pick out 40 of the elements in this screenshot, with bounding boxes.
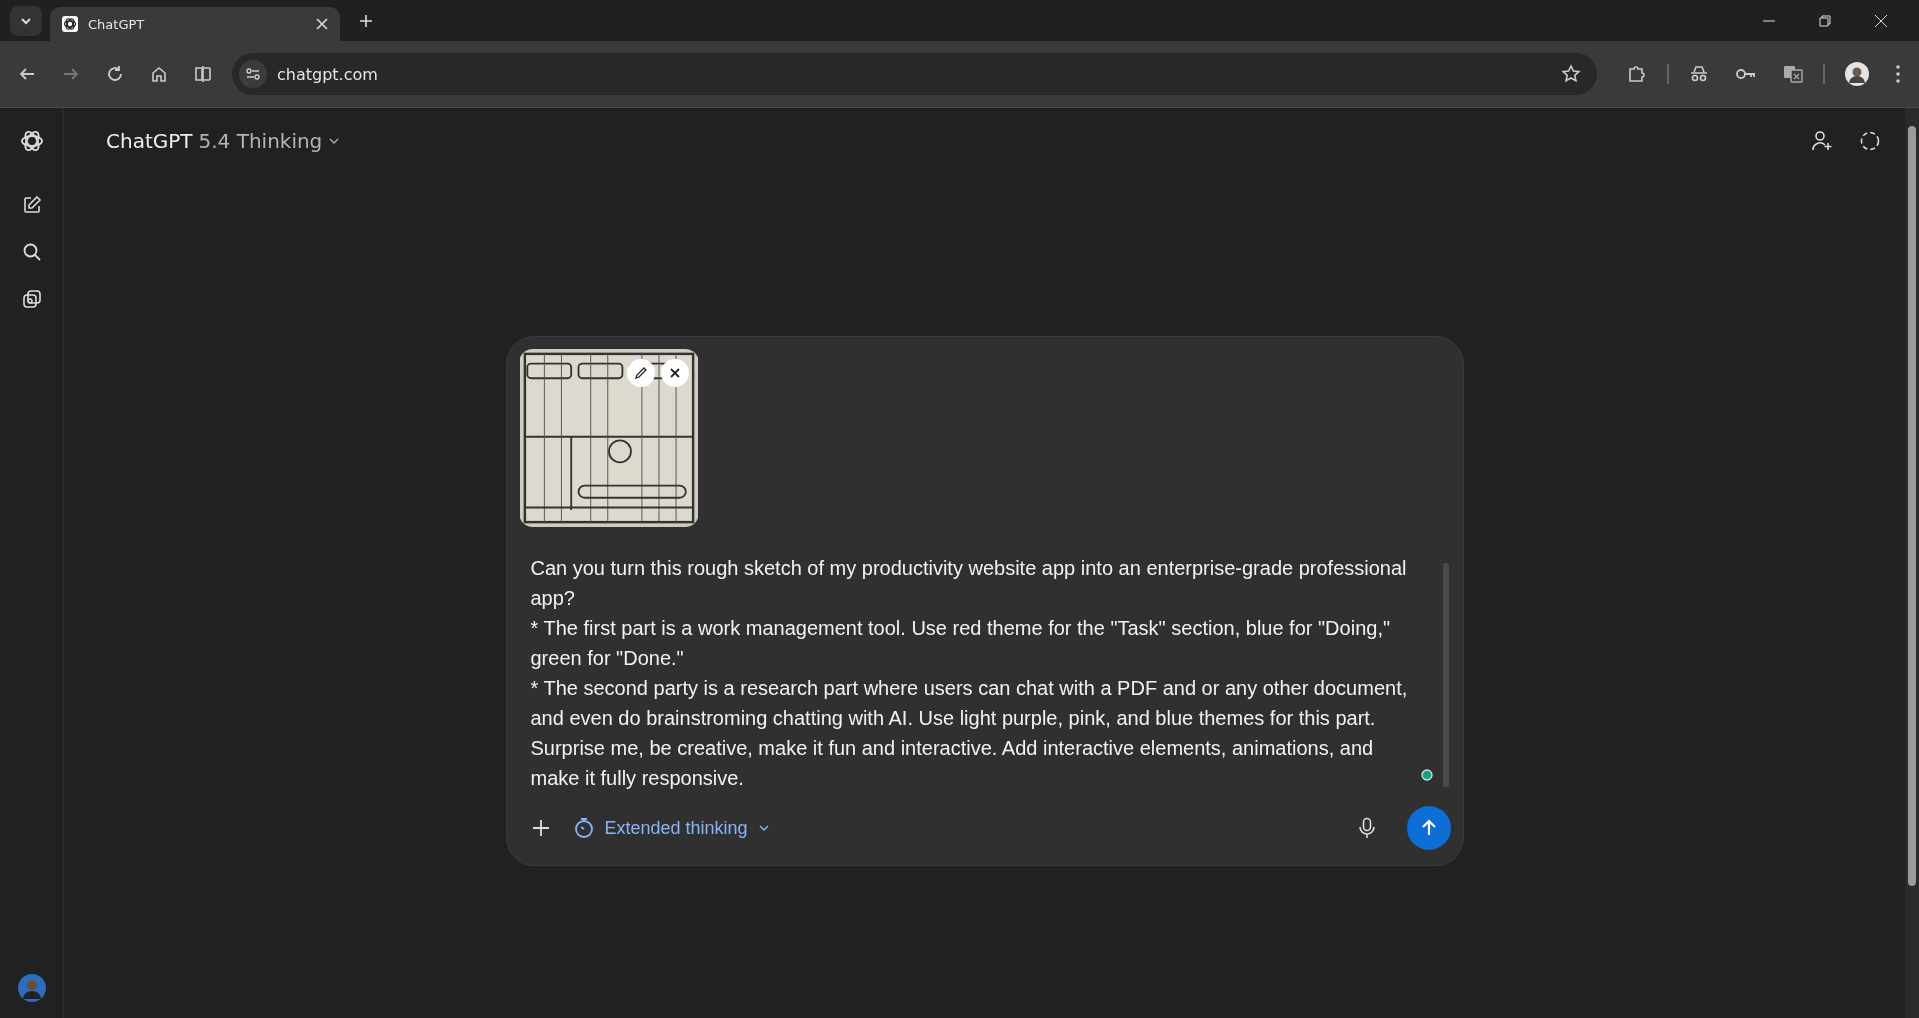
tab-title: ChatGPT — [88, 16, 146, 32]
search-icon[interactable] — [21, 242, 42, 262]
logo-icon[interactable] — [18, 128, 45, 154]
message-input[interactable]: Can you turn this rough sketch of my productivity website app into an enterprise-grade professional app? * The first part is a work management tool. Use red theme for the "Task" section, blue for "Doing," green for "Done." * The second party is a research part where users can chat with a PDF and or any other document, and even do brainstroming chatting with AI. Use light purple, pink, and blue themes for this part. Surprise me, be creative, make it fun and interactive. Add interactive elements, animations, and make it fully responsive. — [518, 553, 1441, 803]
home-icon[interactable] — [150, 65, 168, 83]
url-text: chatgpt.com — [277, 64, 378, 84]
thinking-mode-button[interactable]: Extended thinking — [572, 817, 770, 839]
reload-icon[interactable] — [106, 65, 124, 83]
favicon-icon — [62, 16, 78, 32]
chevron-down-icon — [328, 135, 341, 147]
temporary-chat-icon[interactable] — [1859, 130, 1881, 152]
send-button[interactable] — [1406, 806, 1451, 850]
restore-icon[interactable] — [1818, 13, 1832, 28]
close-icon[interactable] — [1874, 13, 1888, 28]
address-bar[interactable]: chatgpt.com — [232, 53, 1597, 95]
add-person-icon[interactable] — [1811, 130, 1833, 152]
microphone-icon[interactable] — [1356, 817, 1377, 839]
timer-icon — [572, 817, 595, 839]
scrollbar[interactable] — [1905, 108, 1919, 1018]
incognito-icon[interactable] — [1689, 64, 1709, 84]
chevron-down-icon — [757, 822, 770, 834]
new-chat-icon[interactable] — [21, 195, 42, 215]
puzzle-icon[interactable] — [1627, 64, 1647, 84]
site-settings-icon[interactable] — [239, 60, 267, 88]
close-tab-icon[interactable] — [316, 18, 328, 30]
pencil-icon — [633, 366, 648, 380]
tab-list-button[interactable] — [10, 5, 42, 36]
profile-avatar-icon[interactable] — [1845, 62, 1869, 86]
status-dot-icon — [1420, 769, 1433, 781]
split-view-icon[interactable] — [194, 65, 212, 83]
add-icon[interactable] — [530, 818, 551, 838]
more-options-icon[interactable] — [1895, 64, 1901, 84]
model-selector[interactable]: ChatGPT 5.4 Thinking — [106, 129, 341, 153]
browser-tab[interactable]: ChatGPT — [50, 7, 340, 41]
user-avatar-icon[interactable] — [17, 974, 46, 1002]
images-icon[interactable] — [21, 289, 42, 309]
bookmark-star-icon[interactable] — [1561, 64, 1581, 84]
plus-icon — [358, 12, 374, 29]
translate-icon[interactable] — [1783, 64, 1803, 84]
close-icon — [668, 367, 681, 379]
